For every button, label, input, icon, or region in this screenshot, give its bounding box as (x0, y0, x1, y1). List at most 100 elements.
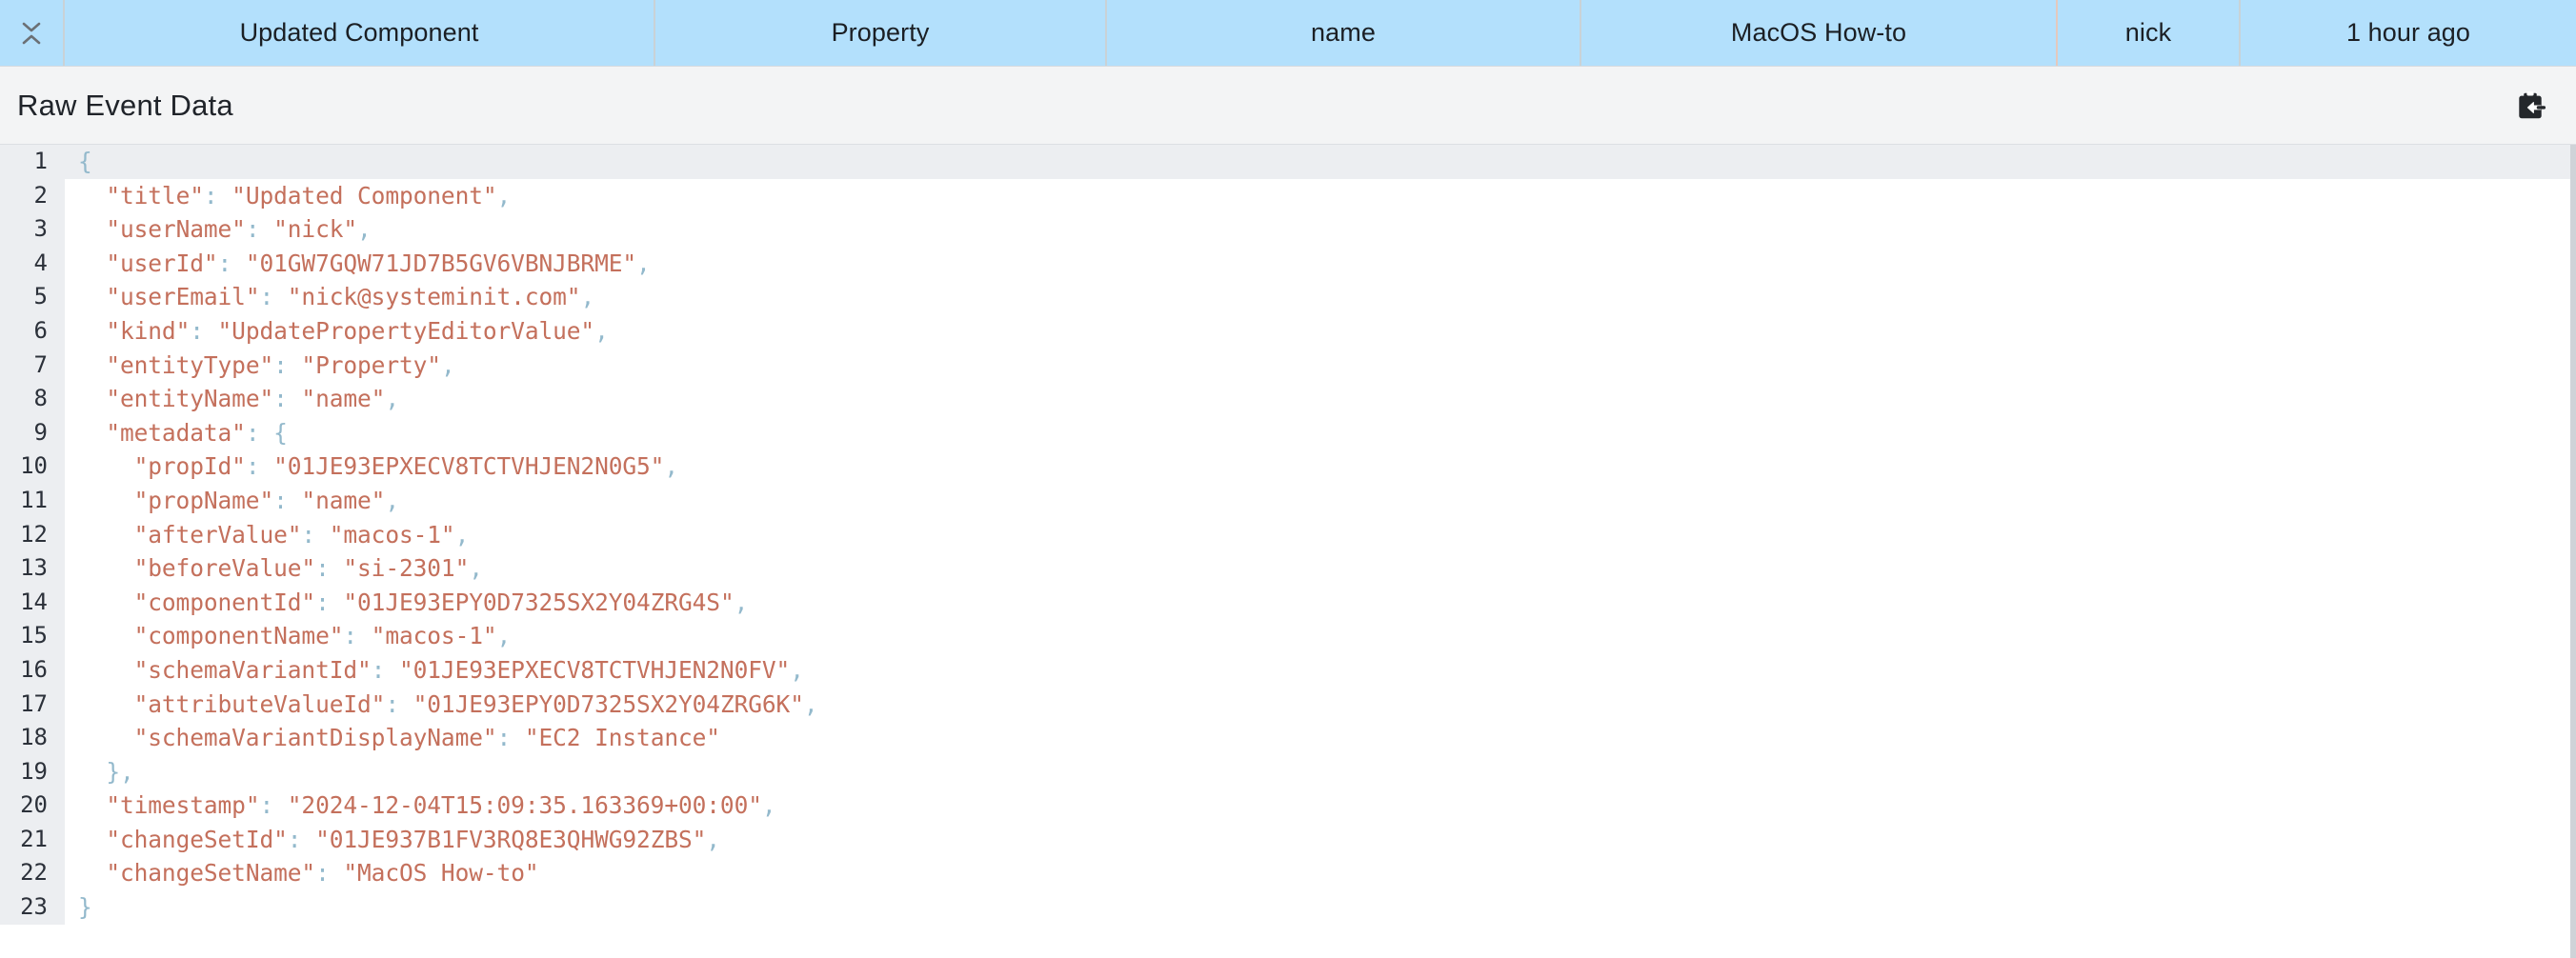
token-key: "componentName" (133, 622, 344, 650)
line-number: 7 (0, 348, 65, 383)
token-pun: , (761, 791, 776, 820)
code-line[interactable]: 22 "changeSetName": "MacOS How-to" (0, 856, 2573, 891)
code-line-content[interactable]: "metadata": { (65, 416, 2573, 450)
event-column-entity-name[interactable]: name (1107, 0, 1581, 66)
code-line-content[interactable]: "propId": "01JE93EPXECV8TCTVHJEN2N0G5", (65, 449, 2573, 484)
page-title: Raw Event Data (17, 88, 233, 122)
code-line[interactable]: 10 "propId": "01JE93EPXECV8TCTVHJEN2N0G5… (0, 449, 2573, 484)
copy-to-clipboard-button[interactable] (2509, 85, 2551, 127)
token-pun: , (469, 554, 483, 583)
code-line-content[interactable]: "schemaVariantDisplayName": "EC2 Instanc… (65, 721, 2573, 755)
token-str: "nick" (259, 215, 358, 244)
code-line[interactable]: 8 "entityName": "name", (0, 382, 2573, 416)
code-line-content[interactable]: "changeSetName": "MacOS How-to" (65, 856, 2573, 890)
token-key: "metadata" (106, 418, 246, 447)
code-line[interactable]: 12 "afterValue": "macos-1", (0, 517, 2573, 552)
code-line-content[interactable]: "afterValue": "macos-1", (65, 518, 2573, 552)
event-column-change-set[interactable]: MacOS How-to (1581, 0, 2058, 66)
code-line[interactable]: 9 "metadata": { (0, 415, 2573, 450)
code-line-content[interactable]: "componentName": "macos-1", (65, 619, 2573, 653)
code-line[interactable]: 2 "title": "Updated Component", (0, 178, 2573, 213)
code-line-content[interactable]: "beforeValue": "si-2301", (65, 551, 2573, 586)
code-line-content[interactable]: "schemaVariantId": "01JE93EPXECV8TCTVHJE… (65, 653, 2573, 688)
token-pun: : (343, 622, 358, 650)
code-line-content[interactable]: "attributeValueId": "01JE93EPY0D7325SX2Y… (65, 688, 2573, 722)
code-line-content[interactable]: "userId": "01GW7GQW71JD7B5GV6VBNJBRME", (65, 247, 2573, 281)
code-line[interactable]: 20 "timestamp": "2024-12-04T15:09:35.163… (0, 788, 2573, 823)
token-str: "01GW7GQW71JD7B5GV6VBNJBRME" (231, 249, 637, 277)
chevron-expand-collapse-icon (15, 14, 48, 52)
code-line-content[interactable]: "entityType": "Property", (65, 349, 2573, 383)
code-line[interactable]: 5 "userEmail": "nick@systeminit.com", (0, 280, 2573, 314)
token-str: "UpdatePropertyEditorValue" (203, 316, 595, 345)
code-line-content[interactable]: "userEmail": "nick@systeminit.com", (65, 280, 2573, 314)
token-key: "entityName" (106, 385, 274, 413)
code-line[interactable]: 16 "schemaVariantId": "01JE93EPXECV8TCTV… (0, 652, 2573, 688)
code-line-content[interactable]: "changeSetId": "01JE937B1FV3RQ8E3QHWG92Z… (65, 823, 2573, 857)
token-key: "title" (106, 181, 204, 210)
token-pun: , (664, 452, 678, 481)
code-line[interactable]: 7 "entityType": "Property", (0, 348, 2573, 383)
viewer-right-edge (2570, 145, 2573, 958)
event-column-title[interactable]: Updated Component (65, 0, 655, 66)
token-pun: } (78, 893, 92, 922)
code-line[interactable]: 23} (0, 890, 2573, 925)
token-pun: , (790, 655, 804, 684)
token-str: "nick@systeminit.com" (273, 283, 581, 311)
code-line[interactable]: 15 "componentName": "macos-1", (0, 619, 2573, 653)
line-number: 20 (0, 788, 65, 823)
token-pun: : (245, 452, 260, 481)
token-pun: : (315, 859, 330, 888)
code-line-content[interactable]: "propName": "name", (65, 484, 2573, 518)
code-line-content[interactable]: "componentId": "01JE93EPY0D7325SX2Y04ZRG… (65, 586, 2573, 620)
code-line[interactable]: 19 }, (0, 754, 2573, 789)
line-number: 6 (0, 313, 65, 349)
token-str: "01JE93EPXECV8TCTVHJEN2N0FV" (385, 655, 791, 684)
panel-titlebar: Raw Event Data (0, 67, 2576, 145)
chevron-up-icon (22, 34, 41, 45)
event-column-timestamp[interactable]: 1 hour ago (2241, 0, 2576, 66)
code-line[interactable]: 11 "propName": "name", (0, 483, 2573, 518)
code-line[interactable]: 3 "userName": "nick", (0, 212, 2573, 247)
token-key: "beforeValue" (133, 554, 316, 583)
token-key: "entityType" (106, 350, 274, 379)
code-line-content[interactable]: "entityName": "name", (65, 382, 2573, 416)
chevron-down-icon (22, 22, 41, 32)
code-line[interactable]: 17 "attributeValueId": "01JE93EPY0D7325S… (0, 687, 2573, 722)
line-number: 17 (0, 687, 65, 722)
code-line-content[interactable]: }, (65, 755, 2573, 789)
code-line[interactable]: 6 "kind": "UpdatePropertyEditorValue", (0, 313, 2573, 349)
code-line-content[interactable]: { (65, 145, 2573, 179)
line-number: 12 (0, 517, 65, 552)
code-line-content[interactable]: "timestamp": "2024-12-04T15:09:35.163369… (65, 788, 2573, 823)
code-line-content[interactable]: } (65, 890, 2573, 925)
event-summary-header: Updated Component Property name MacOS Ho… (0, 0, 2576, 67)
token-key: "timestamp" (106, 791, 260, 820)
token-pun: , (594, 316, 609, 345)
token-pun: , (454, 520, 470, 549)
token-pun: , (440, 350, 455, 379)
event-column-user[interactable]: nick (2058, 0, 2241, 66)
line-number: 9 (0, 415, 65, 450)
event-column-entity-type[interactable]: Property (655, 0, 1107, 66)
token-pun: , (706, 825, 720, 853)
token-pun: : (301, 520, 316, 549)
code-line[interactable]: 1{ (0, 145, 2573, 179)
code-line-content[interactable]: "title": "Updated Component", (65, 179, 2573, 213)
code-line[interactable]: 14 "componentId": "01JE93EPY0D7325SX2Y04… (0, 585, 2573, 620)
raw-event-json-viewer[interactable]: 1{2 "title": "Updated Component", 3 "user… (0, 145, 2576, 958)
token-key: "userEmail" (106, 283, 260, 311)
code-line[interactable]: 13 "beforeValue": "si-2301", (0, 551, 2573, 586)
token-key: "userName" (106, 215, 246, 244)
token-pun: : (245, 215, 260, 244)
line-number: 15 (0, 619, 65, 653)
collapse-toggle-button[interactable] (0, 0, 65, 66)
code-line[interactable]: 21 "changeSetId": "01JE937B1FV3RQ8E3QHWG… (0, 822, 2573, 857)
code-line[interactable]: 4 "userId": "01GW7GQW71JD7B5GV6VBNJBRME"… (0, 246, 2573, 281)
code-line[interactable]: 18 "schemaVariantDisplayName": "EC2 Inst… (0, 721, 2573, 755)
line-number: 8 (0, 382, 65, 416)
token-pun: , (496, 622, 512, 650)
code-line-content[interactable]: "userName": "nick", (65, 212, 2573, 247)
line-number: 10 (0, 449, 65, 484)
code-line-content[interactable]: "kind": "UpdatePropertyEditorValue", (65, 314, 2573, 349)
